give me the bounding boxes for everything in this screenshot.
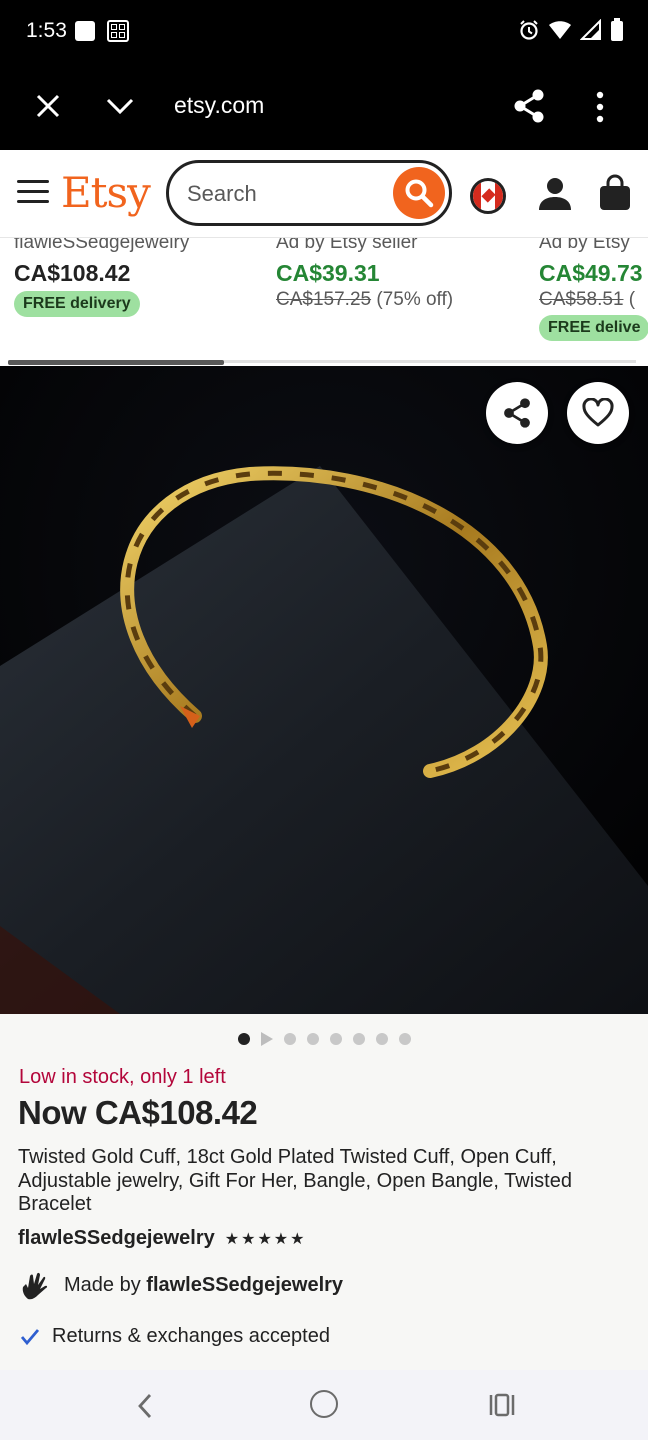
heart-icon [582, 398, 614, 427]
reco-card[interactable]: Ad by Etsy seller CA$39.31 CA$157.25 (75… [276, 238, 453, 311]
canada-flag-icon[interactable] [470, 178, 506, 214]
etsy-logo[interactable]: Etsy [61, 168, 151, 217]
scrollbar-thumb[interactable] [8, 360, 224, 365]
more-options-icon[interactable] [588, 90, 612, 124]
reco-price: CA$39.31 [276, 260, 380, 286]
reco-seller: Ad by Etsy seller [276, 238, 418, 253]
carousel-dot[interactable] [237, 1033, 250, 1045]
recommendation-strip[interactable]: flawleSSedgejewelry CA$108.42 FREE deliv… [0, 238, 648, 366]
status-time: 1:53 [26, 19, 67, 42]
battery-icon [611, 18, 623, 41]
status-icons [518, 18, 624, 42]
cart-icon[interactable] [598, 174, 632, 212]
qr-scanner-icon [107, 20, 129, 42]
product-info: Low in stock, only 1 left Now CA$108.42 … [0, 1014, 648, 1370]
user-icon[interactable] [537, 176, 573, 212]
carousel-dot[interactable] [352, 1033, 365, 1045]
home-icon[interactable] [310, 1390, 338, 1418]
notification-icon [75, 21, 95, 41]
reco-card[interactable]: flawleSSedgejewelry CA$108.42 FREE deliv… [14, 238, 189, 317]
carousel-dot[interactable] [306, 1033, 319, 1045]
share-button[interactable] [486, 382, 548, 444]
system-nav-bar [0, 1370, 648, 1440]
back-icon[interactable] [134, 1392, 156, 1420]
search-icon [405, 179, 434, 208]
product-title: Twisted Gold Cuff, 18ct Gold Plated Twis… [18, 1146, 572, 1215]
reco-price: CA$49.73 [539, 260, 643, 286]
rating-stars: ★★★★★ [224, 1230, 307, 1248]
share-icon[interactable] [512, 88, 546, 124]
favorite-button[interactable] [567, 382, 629, 444]
free-delivery-badge: FREE delivery [14, 291, 140, 317]
url-text[interactable]: etsy.com [174, 92, 264, 119]
reco-seller: Ad by Etsy [539, 238, 630, 253]
reco-original-price: CA$157.25 (75% off) [276, 289, 454, 310]
alarm-icon [520, 20, 538, 40]
status-bar: 1:53 [0, 0, 648, 64]
shop-name[interactable]: flawleSSedgejewelry [18, 1227, 215, 1250]
carousel-dot[interactable] [283, 1033, 296, 1045]
product-photo [0, 366, 648, 1014]
wifi-icon [549, 21, 571, 39]
reco-price: CA$108.42 [14, 260, 131, 286]
menu-icon[interactable] [17, 180, 49, 204]
carousel-dots[interactable] [0, 1032, 648, 1046]
reco-card[interactable]: Ad by Etsy CA$49.73 CA$58.51 ( FREE deli… [539, 238, 648, 341]
chevron-down-icon[interactable] [104, 92, 136, 120]
close-icon[interactable] [34, 92, 62, 120]
carousel-dot[interactable] [398, 1033, 411, 1045]
video-play-icon[interactable] [260, 1032, 273, 1046]
carousel-dot[interactable] [329, 1033, 342, 1045]
product-price: Now CA$108.42 [18, 1094, 258, 1131]
reco-original-price: CA$58.51 ( [539, 289, 636, 310]
search-button[interactable] [393, 167, 445, 219]
free-delivery-badge: FREE delive [539, 315, 648, 341]
carousel-dot[interactable] [375, 1033, 388, 1045]
made-by-row: Made by flawleSSedgejewelry [20, 1269, 343, 1301]
search-bar[interactable]: Search [166, 160, 452, 226]
browser-toolbar: etsy.com [0, 64, 648, 150]
signal-icon [580, 19, 601, 40]
hand-icon [22, 1272, 48, 1300]
etsy-header: Etsy Search [0, 150, 648, 238]
reco-seller: flawleSSedgejewelry [14, 238, 190, 253]
returns-row: Returns & exchanges accepted [20, 1325, 330, 1348]
recent-apps-icon[interactable] [488, 1392, 516, 1418]
share-icon [504, 398, 530, 428]
check-icon [20, 1328, 40, 1345]
product-image[interactable] [0, 366, 648, 1014]
stock-notice: Low in stock, only 1 left [19, 1066, 226, 1088]
shop-row[interactable]: flawleSSedgejewelry ★★★★★ [18, 1227, 306, 1250]
search-input[interactable]: Search [187, 181, 257, 207]
